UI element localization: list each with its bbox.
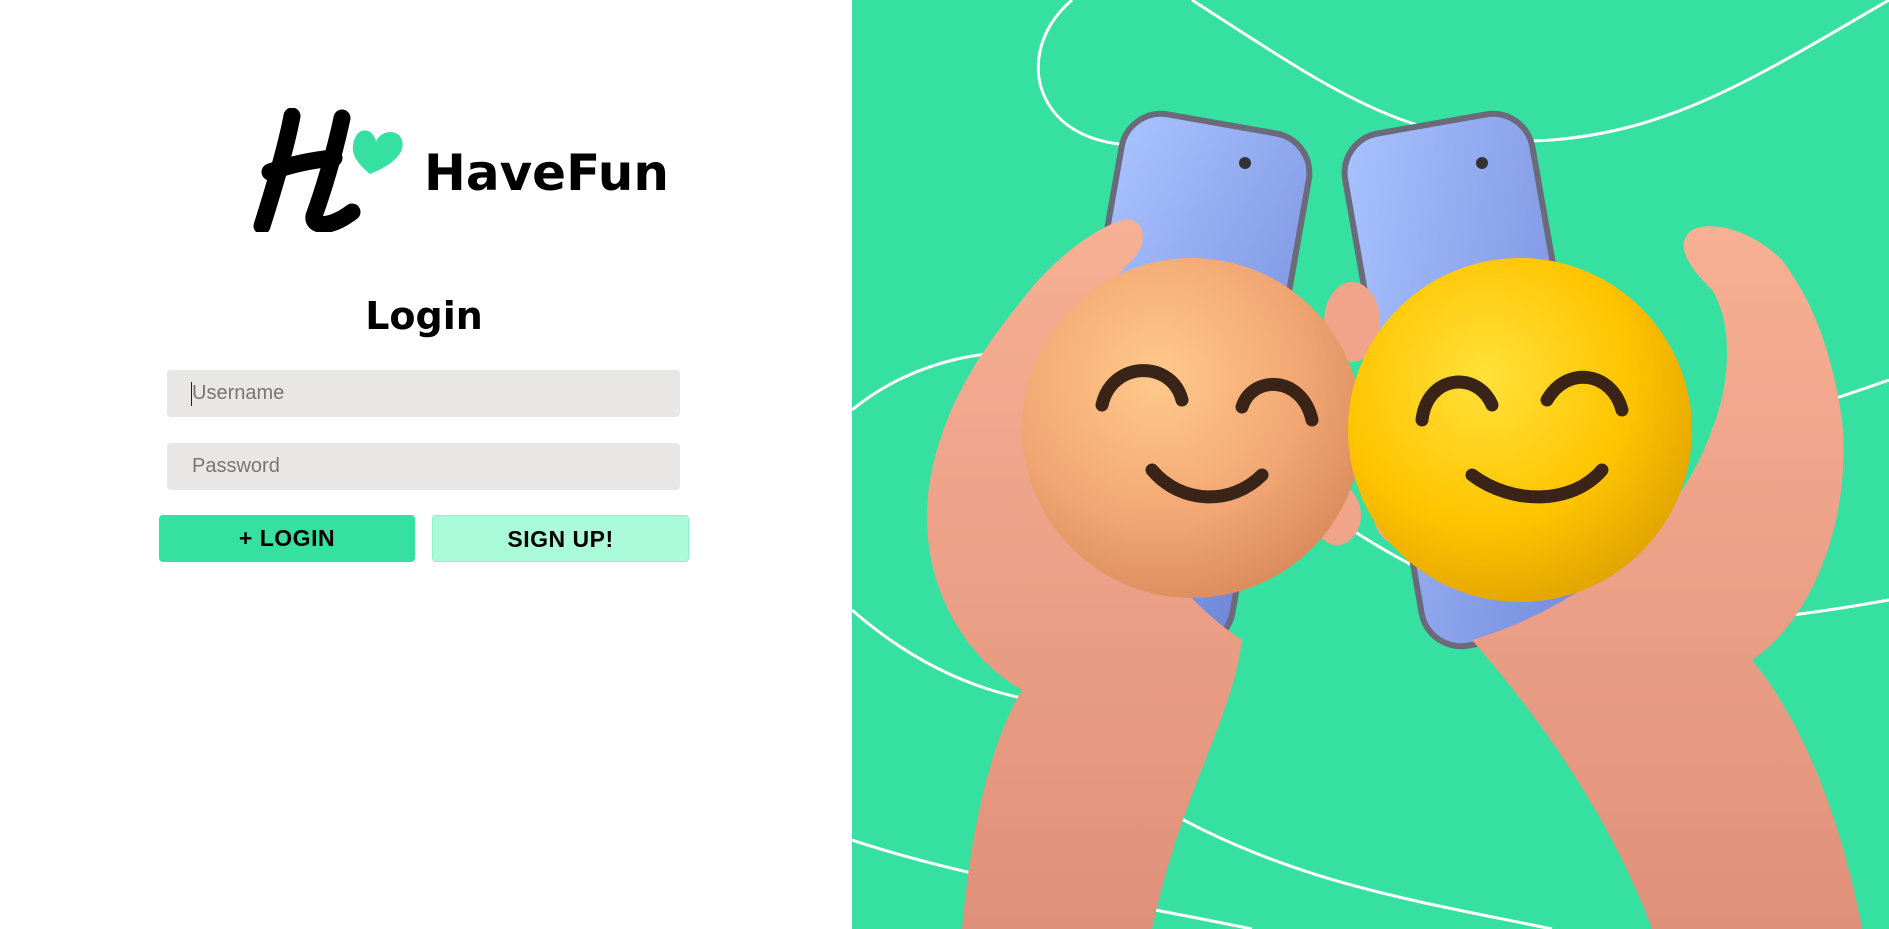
login-panel: HaveFun Login + LOGIN SIGN UP! <box>0 0 852 929</box>
username-input[interactable] <box>167 370 680 417</box>
page: HaveFun Login + LOGIN SIGN UP! <box>0 0 1889 929</box>
brand-name: HaveFun <box>424 144 669 202</box>
login-button[interactable]: + LOGIN <box>159 515 415 562</box>
text-cursor <box>191 382 192 406</box>
heart-icon <box>352 130 403 174</box>
orange-smiley-face <box>1022 258 1362 598</box>
yellow-smiley-face <box>1348 258 1692 602</box>
logo-mark <box>253 108 403 232</box>
login-title: Login <box>365 294 483 338</box>
hero-illustration <box>852 0 1889 929</box>
signup-button[interactable]: SIGN UP! <box>432 515 689 562</box>
password-input[interactable] <box>167 443 680 490</box>
brand-logo: HaveFun <box>252 108 669 232</box>
hero-panel <box>852 0 1889 929</box>
